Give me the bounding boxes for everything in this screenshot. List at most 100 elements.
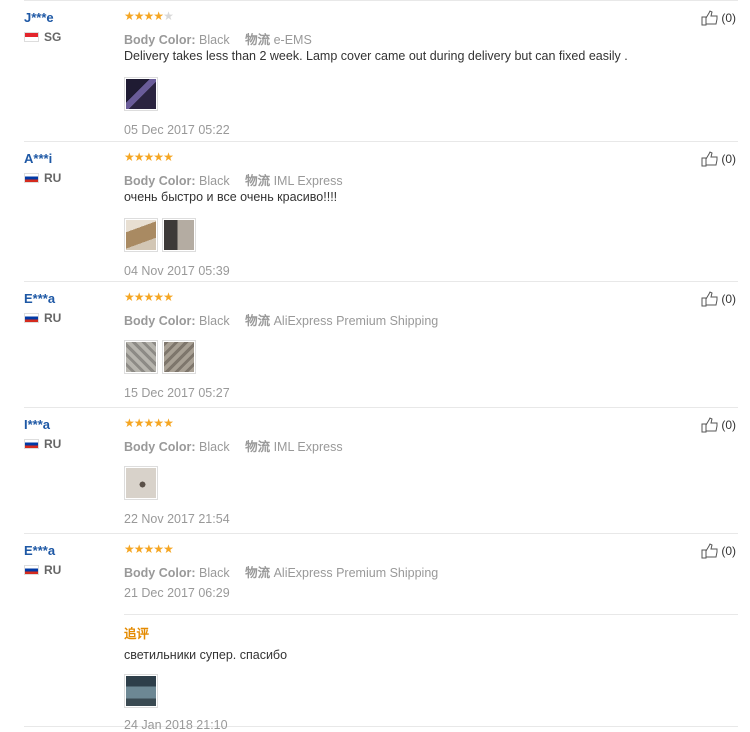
star-filled-icon: ★ (143, 9, 155, 23)
review-item: I***a RU ★★★★★ Body Color: Black 物流 IML … (24, 407, 738, 534)
helpful-button[interactable]: (0) (701, 10, 736, 26)
reviewer-country: RU (24, 563, 119, 577)
star-rating: ★★★★★ (124, 10, 684, 23)
color-label: Body Color: (124, 314, 196, 328)
reviewer-name[interactable]: E***a (24, 543, 119, 559)
review-meta: Body Color: Black 物流 IML Express (124, 436, 684, 454)
star-filled-icon: ★ (163, 542, 174, 556)
thumbs-up-icon (701, 417, 718, 433)
reviewer-country: SG (24, 30, 119, 44)
country-code: SG (44, 30, 62, 44)
helpful-count: (0) (721, 292, 736, 306)
shipping-label: 物流 (245, 440, 271, 454)
review-meta: Body Color: Black 物流 AliExpress Premium … (124, 310, 684, 328)
followup-text: светильники супер. спасибо (124, 648, 288, 662)
review-date: 22 Nov 2017 21:54 (124, 512, 230, 526)
star-rating: ★★★★★ (124, 417, 684, 430)
review-body: ★★★★★ Body Color: Black 物流 AliExpress Pr… (124, 542, 738, 732)
review-date: 21 Dec 2017 06:29 (124, 586, 230, 600)
color-value: Black (199, 174, 230, 188)
star-filled-icon: ★ (143, 290, 155, 304)
review-photo-thumbnail[interactable] (162, 218, 196, 252)
star-filled-icon: ★ (133, 416, 145, 430)
reviewer-country: RU (24, 437, 119, 451)
shipping-value: e-EMS (273, 33, 312, 47)
color-value: Black (199, 440, 230, 454)
reviewer-info: J***e SG (24, 10, 119, 44)
shipping-value: IML Express (273, 440, 343, 454)
reviewer-info: I***a RU (24, 417, 119, 451)
review-text: Delivery takes less than 2 week. Lamp co… (124, 49, 628, 63)
reviewer-name[interactable]: E***a (24, 291, 119, 307)
flag-sg-icon (24, 32, 39, 42)
flag-ru-icon (24, 565, 39, 575)
star-empty-icon: ★ (163, 9, 174, 23)
review-photo-thumbnail[interactable] (124, 466, 158, 500)
helpful-count: (0) (721, 418, 736, 432)
followup-photo-thumbnail[interactable] (124, 674, 158, 708)
review-photos (124, 218, 684, 252)
helpful-count: (0) (721, 544, 736, 558)
thumbs-up-icon (701, 10, 718, 26)
star-filled-icon: ★ (163, 150, 174, 164)
followup-label: 追评 (124, 627, 150, 641)
review-photos (124, 340, 684, 374)
shipping-value: IML Express (273, 174, 343, 188)
star-filled-icon: ★ (124, 290, 135, 304)
followup-photos (124, 674, 684, 708)
star-filled-icon: ★ (153, 416, 164, 430)
color-label: Body Color: (124, 440, 196, 454)
shipping-value: AliExpress Premium Shipping (273, 566, 439, 580)
flag-ru-icon (24, 439, 39, 449)
star-filled-icon: ★ (124, 416, 135, 430)
reviewer-name[interactable]: A***i (24, 151, 119, 167)
star-filled-icon: ★ (143, 416, 155, 430)
country-code: RU (44, 437, 62, 451)
reviewer-name[interactable]: J***e (24, 10, 119, 26)
thumbs-up-icon (701, 291, 718, 307)
review-date: 04 Nov 2017 05:39 (124, 264, 230, 278)
color-value: Black (199, 314, 230, 328)
star-filled-icon: ★ (124, 542, 135, 556)
reviewer-name[interactable]: I***a (24, 417, 119, 433)
reviewer-info: E***a RU (24, 291, 119, 325)
helpful-button[interactable]: (0) (701, 417, 736, 433)
color-label: Body Color: (124, 566, 196, 580)
helpful-button[interactable]: (0) (701, 151, 736, 167)
reviewer-info: A***i RU (24, 151, 119, 185)
star-filled-icon: ★ (163, 290, 174, 304)
helpful-count: (0) (721, 152, 736, 166)
review-photos (124, 466, 684, 500)
review-meta: Body Color: Black 物流 IML Express (124, 170, 684, 188)
shipping-label: 物流 (245, 174, 271, 188)
helpful-count: (0) (721, 11, 736, 25)
star-rating: ★★★★★ (124, 151, 684, 164)
review-photo-thumbnail[interactable] (162, 340, 196, 374)
star-filled-icon: ★ (163, 416, 174, 430)
reviewer-country: RU (24, 311, 119, 325)
star-filled-icon: ★ (143, 542, 155, 556)
helpful-button[interactable]: (0) (701, 543, 736, 559)
flag-ru-icon (24, 313, 39, 323)
country-code: RU (44, 563, 62, 577)
helpful-button[interactable]: (0) (701, 291, 736, 307)
shipping-value: AliExpress Premium Shipping (273, 314, 439, 328)
flag-ru-icon (24, 173, 39, 183)
color-value: Black (199, 566, 230, 580)
review-photo-thumbnail[interactable] (124, 340, 158, 374)
review-body: ★★★★★ Body Color: Black 物流 AliExpress Pr… (124, 291, 684, 400)
star-filled-icon: ★ (133, 150, 145, 164)
star-filled-icon: ★ (133, 290, 145, 304)
review-photo-thumbnail[interactable] (124, 77, 158, 111)
star-filled-icon: ★ (153, 150, 164, 164)
review-photo-thumbnail[interactable] (124, 218, 158, 252)
shipping-label: 物流 (245, 566, 271, 580)
review-item: J***e SG ★★★★★ Body Color: Black 物流 e-EM… (24, 0, 738, 142)
star-filled-icon: ★ (133, 9, 145, 23)
review-meta: Body Color: Black 物流 e-EMS (124, 29, 684, 47)
review-body: ★★★★★ Body Color: Black 物流 e-EMS Deliver… (124, 10, 684, 137)
shipping-label: 物流 (245, 314, 271, 328)
color-label: Body Color: (124, 174, 196, 188)
review-body: ★★★★★ Body Color: Black 物流 IML Express о… (124, 151, 684, 278)
color-label: Body Color: (124, 33, 196, 47)
